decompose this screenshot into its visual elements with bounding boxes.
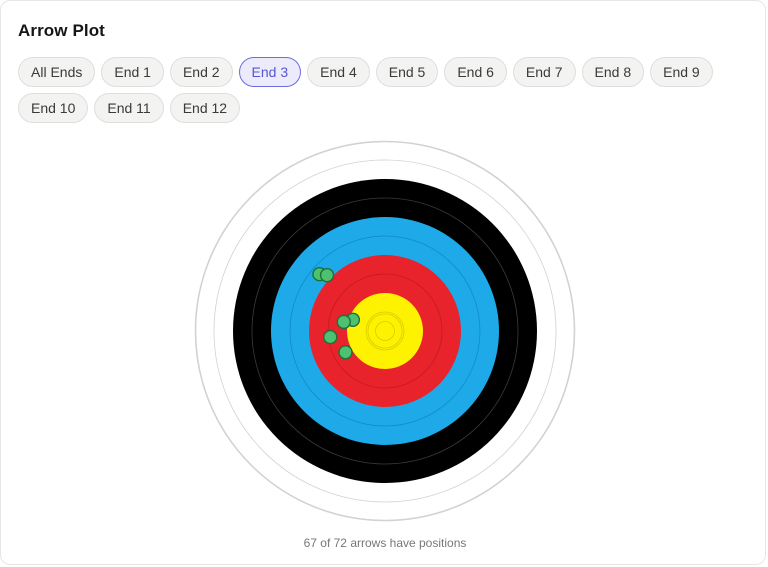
filter-end-7[interactable]: End 7 xyxy=(512,57,576,87)
filter-end-10[interactable]: End 10 xyxy=(18,93,89,123)
filter-end-5[interactable]: End 5 xyxy=(375,57,439,87)
filter-end-6[interactable]: End 6 xyxy=(444,57,507,87)
filter-end-1[interactable]: End 1 xyxy=(101,57,164,87)
end-filter-group: All Ends End 1 End 2 End 3 End 4 End 5 E… xyxy=(18,57,738,123)
filter-end-9[interactable]: End 9 xyxy=(650,57,713,87)
target-rings xyxy=(194,140,576,522)
arrow-marker[interactable] xyxy=(323,329,338,345)
arrow-position-count: 67 of 72 arrows have positions xyxy=(303,536,467,550)
card-title: Arrow Plot xyxy=(18,21,105,40)
archery-target[interactable] xyxy=(194,140,576,522)
filter-all-ends[interactable]: All Ends xyxy=(18,57,96,87)
arrow-marker[interactable] xyxy=(319,267,335,283)
filter-end-3[interactable]: End 3 xyxy=(238,57,302,87)
filter-end-11[interactable]: End 11 xyxy=(94,93,164,123)
arrow-plot-card: Arrow Plot All Ends End 1 End 2 End 3 En… xyxy=(0,0,766,565)
filter-end-2[interactable]: End 2 xyxy=(169,57,233,87)
filter-end-8[interactable]: End 8 xyxy=(581,57,645,87)
arrow-marker[interactable] xyxy=(336,314,351,330)
filter-end-4[interactable]: End 4 xyxy=(307,57,370,87)
filter-end-12[interactable]: End 12 xyxy=(169,93,241,123)
arrow-marker[interactable] xyxy=(338,345,353,360)
target-ring-10 xyxy=(365,311,405,351)
